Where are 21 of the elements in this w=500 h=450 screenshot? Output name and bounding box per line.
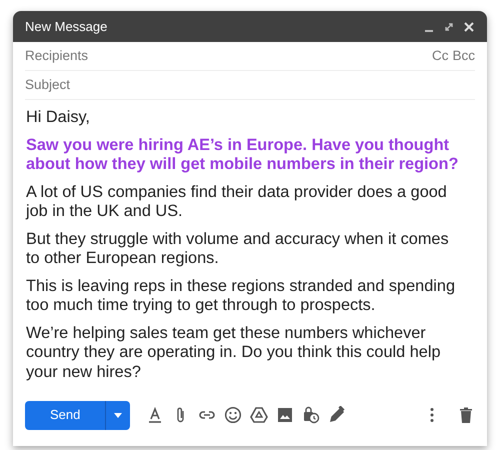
send-options-button[interactable] [105, 400, 130, 430]
paragraph: A lot of US companies find their data provider does a good job in the UK and US. [26, 182, 448, 222]
recipients-field[interactable]: Recipients Cc Bcc [25, 42, 475, 71]
lock-clock-icon[interactable] [302, 406, 320, 424]
send-button[interactable]: Send [25, 400, 106, 430]
close-icon[interactable] [463, 20, 475, 32]
pen-icon[interactable] [328, 406, 346, 424]
window-title: New Message [25, 18, 108, 36]
highlighted-paragraph: Saw you were hiring AE’s in Europe. Have you thought about how they will get mobile numbers in their region? [26, 136, 460, 175]
cc-link[interactable]: Cc [432, 46, 448, 66]
caret-icon [114, 412, 122, 418]
paragraph: But they struggle with volume and accuracy when it comes to other European regions. [26, 230, 450, 269]
smiley-icon[interactable] [224, 406, 242, 424]
bcc-link[interactable]: Bcc [452, 46, 475, 66]
image-icon[interactable] [276, 406, 294, 424]
paragraph: This is leaving reps in these regions stranded and spending too much time trying to get through to prospects. [26, 276, 456, 316]
paragraph: Hi Daisy, [26, 108, 91, 128]
paragraph: We’re helping sales team get these numbers whichever country they are operating in. Do you think this could help your new hires? [26, 324, 442, 383]
triangle-icon[interactable] [250, 406, 268, 424]
expand-icon[interactable] [443, 20, 455, 32]
trash-icon[interactable] [457, 406, 475, 424]
